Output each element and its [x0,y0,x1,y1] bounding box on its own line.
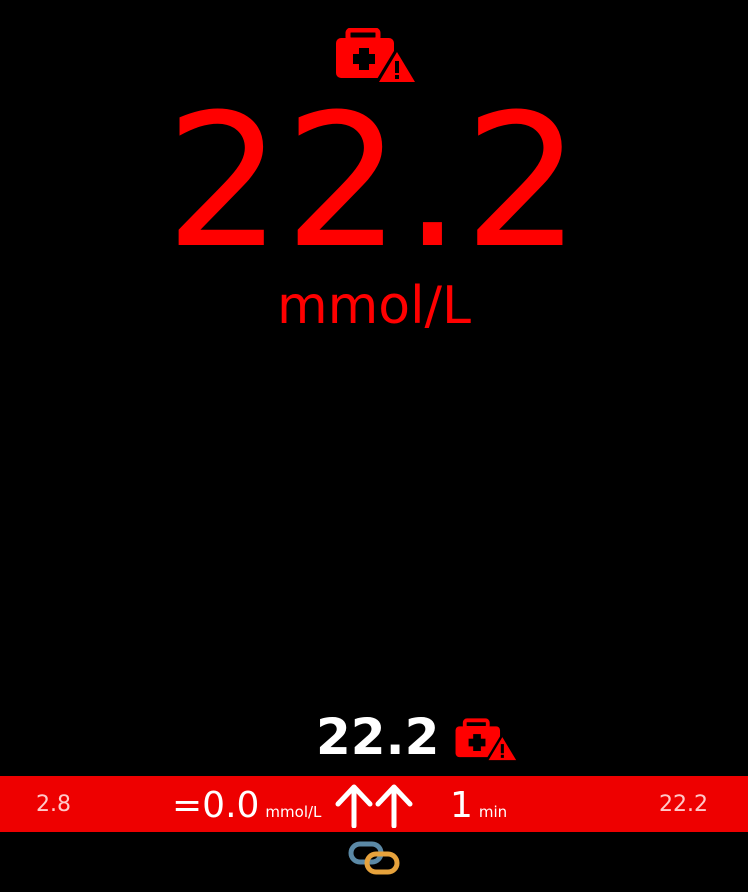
mini-glucose-reading: 22.2 [316,708,440,766]
double-up-arrow-icon [335,784,413,828]
age-value: 1 [450,785,473,826]
status-bar: 2.8 =0.0 mmol/L 1 min 22.2 [0,776,748,832]
reading-age: 1 min [450,776,507,832]
range-high-value: 22.2 [659,792,708,817]
link-icon[interactable] [348,840,400,876]
delta-display: =0.0 mmol/L [172,776,321,832]
mini-reading-row: 22.2 [0,706,748,768]
range-low-value: 2.8 [36,792,71,817]
age-unit: min [478,803,508,821]
delta-value: =0.0 [172,785,260,826]
delta-unit: mmol/L [265,803,322,821]
glucose-reading: 22.2 [165,75,583,289]
first-aid-kit-warning-icon [455,718,520,762]
glucose-unit: mmol/L [276,276,472,336]
